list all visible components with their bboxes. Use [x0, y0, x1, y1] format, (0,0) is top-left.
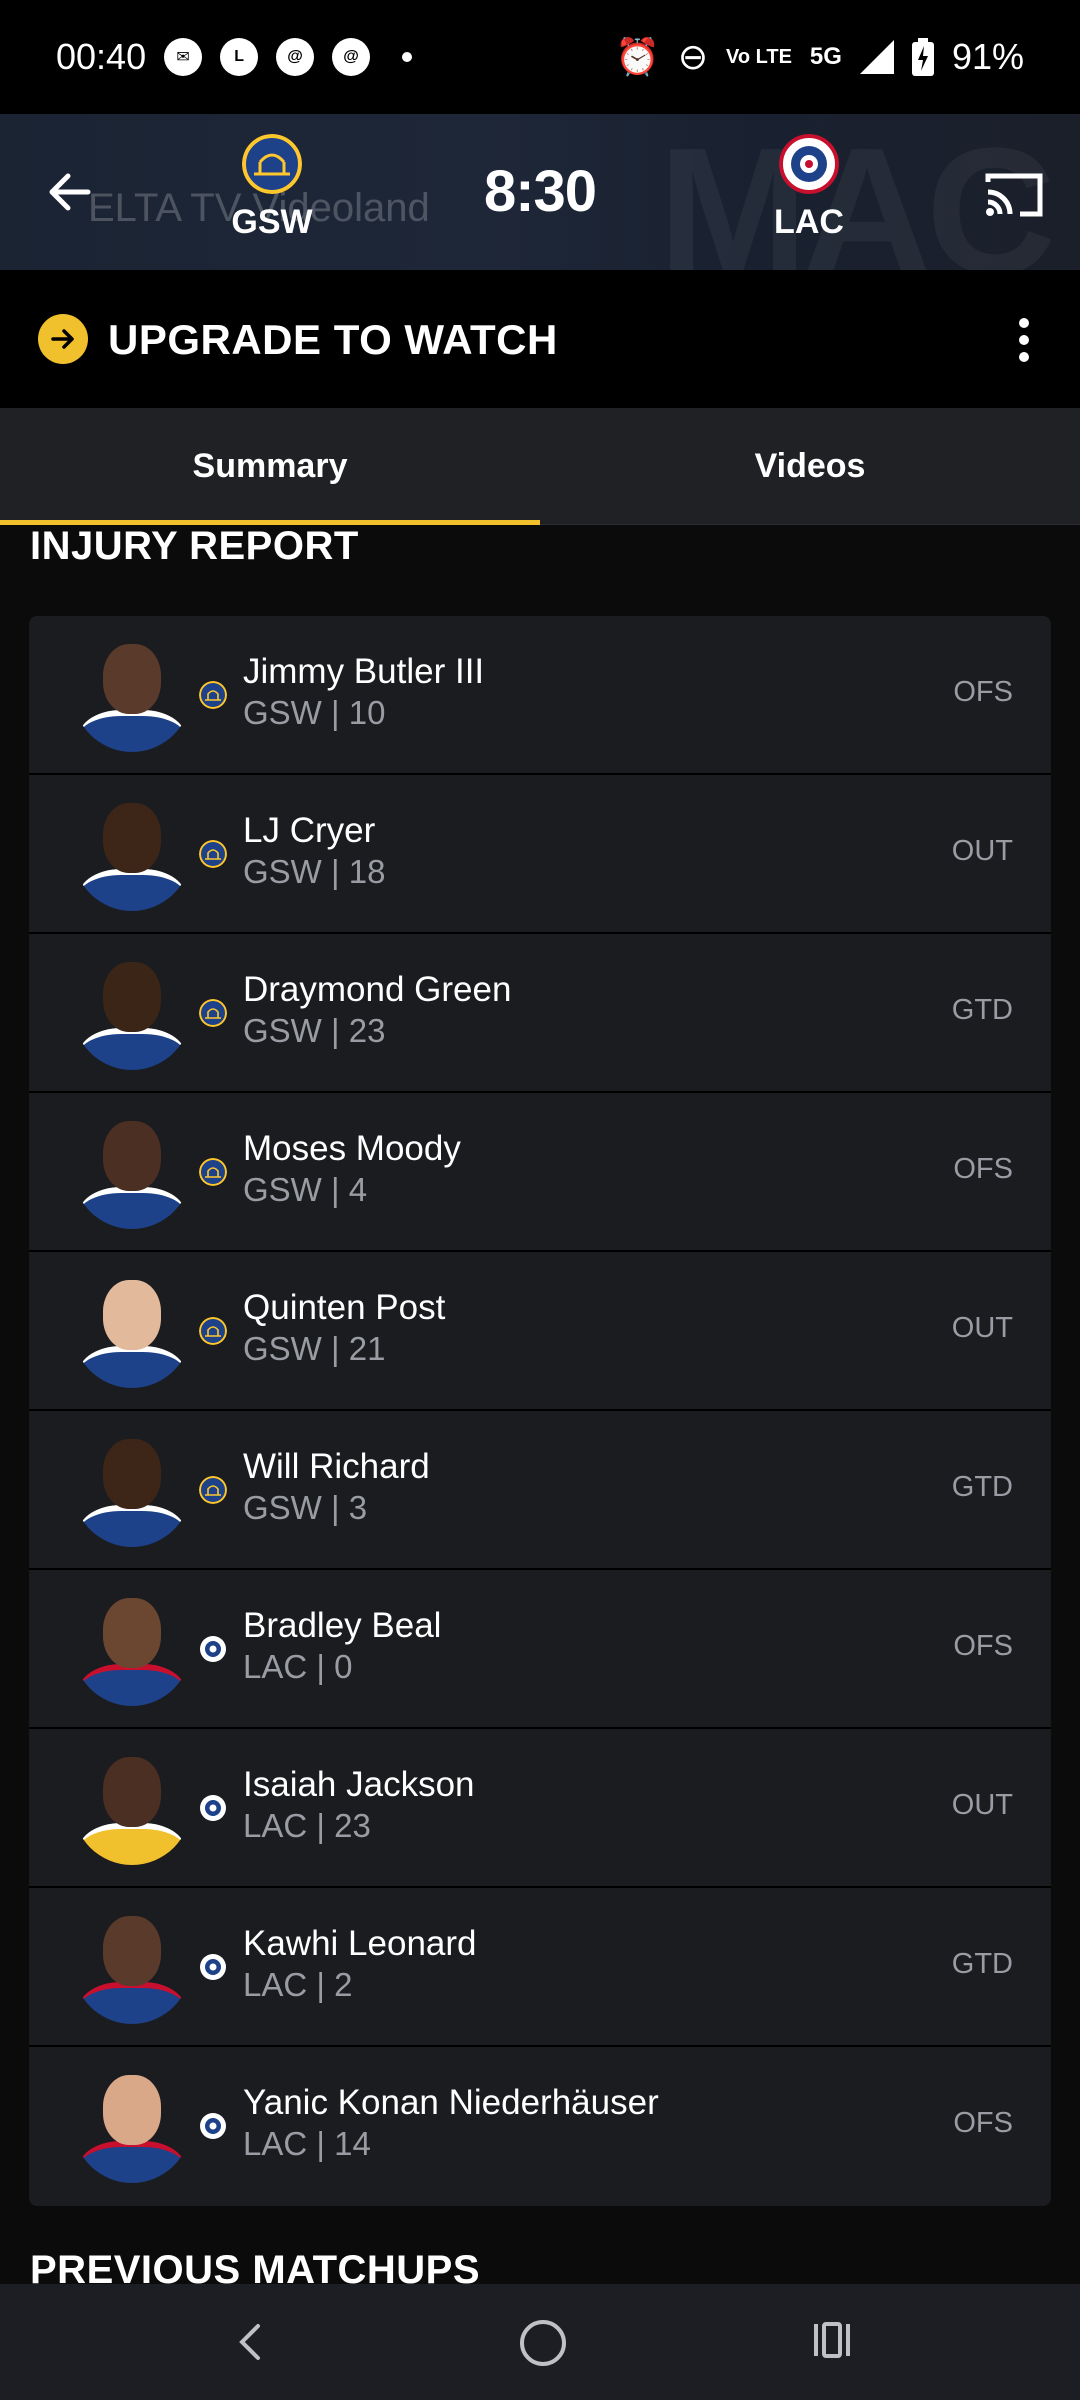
injury-row[interactable]: Jimmy Butler III GSW | 10 OFS	[29, 616, 1051, 775]
status-bar: 00:40 ✉ L @ @ ⏰ ⊖ Vo LTE 5G 91%	[0, 0, 1080, 114]
warriors-logo-icon	[199, 840, 227, 868]
battery-level: 91%	[951, 36, 1024, 77]
player-team-number: GSW | 10	[243, 694, 386, 731]
player-avatar	[73, 1906, 191, 2024]
alarm-icon: ⏰	[615, 36, 660, 77]
game-clock: 8:30	[483, 159, 597, 224]
tab-videos[interactable]: Videos	[540, 408, 1080, 524]
injury-report-title: INJURY REPORT	[30, 524, 359, 568]
clippers-logo-icon	[200, 1636, 226, 1662]
cast-icon[interactable]	[984, 170, 1044, 220]
player-avatar	[73, 1111, 191, 1229]
injury-row[interactable]: Quinten Post GSW | 21 OUT	[29, 1252, 1051, 1411]
player-team-number: GSW | 23	[243, 1012, 386, 1049]
injury-status: OFS	[953, 1153, 1013, 1185]
player-avatar	[73, 1270, 191, 1388]
nav-back-icon[interactable]	[230, 2320, 270, 2364]
injury-row[interactable]: Yanic Konan Niederhäuser LAC | 14 OFS	[29, 2047, 1051, 2206]
player-name: Kawhi Leonard	[243, 1924, 477, 1963]
player-team-number: LAC | 0	[243, 1648, 353, 1685]
network-type: 5G	[809, 43, 842, 70]
player-avatar	[73, 793, 191, 911]
system-navigation-bar	[0, 2284, 1080, 2400]
warriors-logo-icon	[199, 1476, 227, 1504]
player-name: Moses Moody	[243, 1129, 461, 1168]
warriors-logo-icon	[199, 681, 227, 709]
player-name: LJ Cryer	[243, 811, 376, 850]
player-team-number: GSW | 4	[243, 1171, 368, 1208]
player-avatar	[73, 952, 191, 1070]
signal-icon	[859, 40, 894, 74]
home-team[interactable]: GSW	[192, 134, 352, 242]
threads-icon: @	[276, 38, 315, 76]
player-avatar	[73, 634, 191, 752]
battery-icon	[911, 38, 934, 76]
player-team-number: GSW | 21	[243, 1330, 386, 1367]
injury-status: OUT	[951, 835, 1013, 867]
player-name: Jimmy Butler III	[243, 652, 485, 691]
injury-status: OFS	[953, 676, 1013, 708]
player-name: Draymond Green	[243, 970, 512, 1009]
player-team-number: LAC | 23	[243, 1807, 371, 1844]
clippers-logo-icon	[779, 134, 839, 194]
upgrade-to-watch-button[interactable]: UPGRADE TO WATCH	[108, 316, 558, 364]
nav-home-icon[interactable]	[520, 2320, 566, 2366]
warriors-logo-icon	[199, 1317, 227, 1345]
home-team-abbr: GSW	[231, 203, 313, 241]
injury-row[interactable]: Kawhi Leonard LAC | 2 GTD	[29, 1888, 1051, 2047]
player-avatar	[73, 1747, 191, 1865]
arrow-right-circle-icon	[38, 314, 88, 364]
warriors-logo-icon	[242, 134, 302, 194]
dnd-icon: ⊖	[677, 36, 708, 77]
warriors-logo-icon	[199, 999, 227, 1027]
injury-status: OUT	[951, 1312, 1013, 1344]
more-notifications-icon	[402, 52, 413, 62]
clippers-logo-icon	[200, 2113, 226, 2139]
injury-row[interactable]: Will Richard GSW | 3 GTD	[29, 1411, 1051, 1570]
player-name: Yanic Konan Niederhäuser	[243, 2083, 659, 2122]
injury-status: GTD	[951, 1948, 1013, 1980]
player-team-number: LAC | 14	[243, 2125, 371, 2162]
player-name: Quinten Post	[243, 1288, 446, 1327]
player-name: Bradley Beal	[243, 1606, 442, 1645]
player-team-number: LAC | 2	[243, 1966, 353, 2003]
tab-bar: Summary Videos	[0, 408, 1080, 525]
injury-status: GTD	[951, 994, 1013, 1026]
threads-icon: @	[332, 38, 371, 76]
line-icon: L	[220, 38, 259, 76]
injury-status: OFS	[953, 2107, 1013, 2139]
injury-status: GTD	[951, 1471, 1013, 1503]
messenger-icon: ✉	[164, 38, 203, 76]
player-name: Isaiah Jackson	[243, 1765, 475, 1804]
upgrade-bar[interactable]: UPGRADE TO WATCH	[0, 270, 1080, 408]
game-header: MAC ELTA TV Videoland GSW 8:30 LAC	[0, 114, 1080, 270]
warriors-logo-icon	[199, 1158, 227, 1186]
player-name: Will Richard	[243, 1447, 430, 1486]
away-team[interactable]: LAC	[729, 134, 889, 242]
clippers-logo-icon	[200, 1795, 226, 1821]
injury-row[interactable]: Isaiah Jackson LAC | 23 OUT	[29, 1729, 1051, 1888]
player-team-number: GSW | 3	[243, 1489, 368, 1526]
player-avatar	[73, 2065, 191, 2183]
away-team-abbr: LAC	[774, 203, 844, 241]
back-arrow-icon[interactable]	[44, 166, 96, 218]
more-options-icon[interactable]	[1018, 318, 1030, 362]
injury-row[interactable]: Bradley Beal LAC | 0 OFS	[29, 1570, 1051, 1729]
injury-row[interactable]: Draymond Green GSW | 23 GTD	[29, 934, 1051, 1093]
clippers-logo-icon	[200, 1954, 226, 1980]
injury-status: OUT	[951, 1789, 1013, 1821]
injury-row[interactable]: LJ Cryer GSW | 18 OUT	[29, 775, 1051, 934]
injury-row[interactable]: Moses Moody GSW | 4 OFS	[29, 1093, 1051, 1252]
status-time: 00:40	[56, 36, 147, 77]
injury-status: OFS	[953, 1630, 1013, 1662]
player-avatar	[73, 1588, 191, 1706]
player-team-number: GSW | 18	[243, 853, 386, 890]
player-avatar	[73, 1429, 191, 1547]
volte-icon: Vo LTE	[726, 46, 792, 68]
nav-recent-apps-icon[interactable]	[810, 2320, 854, 2360]
injury-report-list: Jimmy Butler III GSW | 10 OFS LJ Cryer GSW |…	[29, 616, 1051, 2206]
tab-summary[interactable]: Summary	[0, 408, 540, 525]
